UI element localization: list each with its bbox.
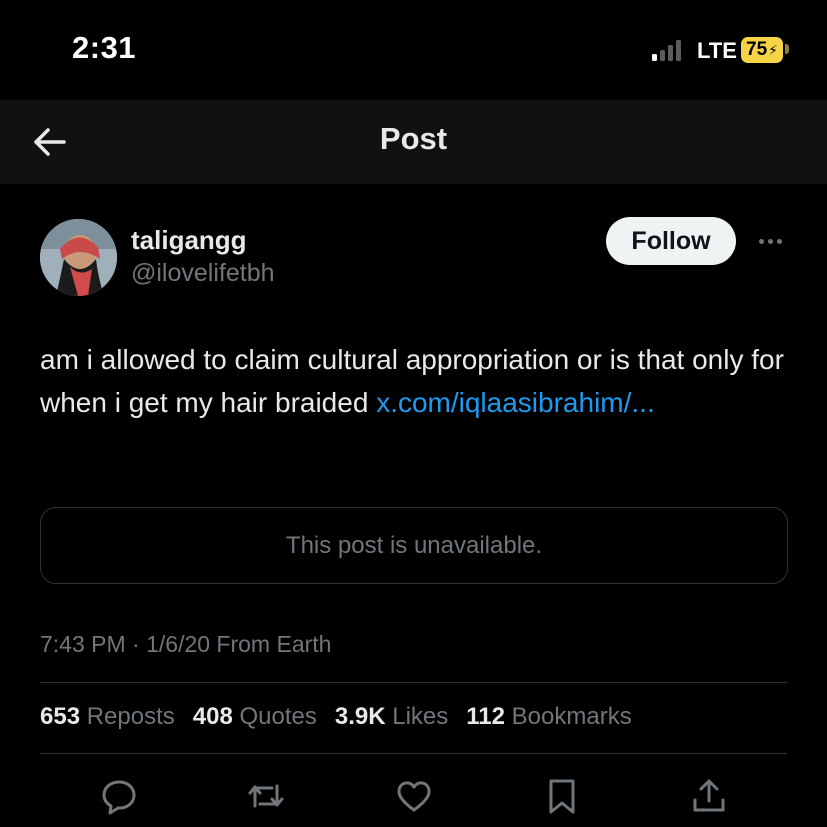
status-bar: 2:31 LTE 75 ⚡ bbox=[0, 0, 827, 100]
post-timestamp: 7:43 PM · 1/6/20 From Earth bbox=[40, 631, 332, 657]
follow-button[interactable]: Follow bbox=[606, 217, 736, 265]
repost-icon bbox=[248, 784, 284, 808]
author-handle[interactable]: @ilovelifetbh bbox=[131, 259, 275, 288]
nav-header: Post bbox=[0, 100, 827, 184]
clock: 2:31 bbox=[72, 30, 137, 65]
post-text: am i allowed to claim cultural appropria… bbox=[40, 338, 800, 424]
like-icon bbox=[397, 781, 431, 812]
unavailable-message: This post is unavailable. bbox=[285, 531, 543, 559]
charging-bolt-icon: ⚡ bbox=[768, 41, 778, 58]
bookmark-icon bbox=[549, 779, 575, 814]
avatar[interactable] bbox=[40, 219, 117, 296]
more-options-icon[interactable] bbox=[754, 229, 786, 253]
page-title: Post bbox=[379, 121, 448, 156]
stat-bookmarks[interactable]: 112 Bookmarks bbox=[466, 703, 631, 731]
stat-reposts[interactable]: 653 Reposts bbox=[40, 703, 175, 731]
stat-quotes[interactable]: 408 Quotes bbox=[193, 703, 317, 731]
bookmark-button[interactable] bbox=[542, 776, 582, 816]
author-display-name[interactable]: taligangg bbox=[131, 225, 247, 256]
reply-icon bbox=[102, 780, 136, 815]
network-type: LTE bbox=[697, 38, 737, 63]
repost-button[interactable] bbox=[246, 776, 286, 816]
action-bar bbox=[0, 770, 827, 827]
battery-icon: 75 ⚡ bbox=[741, 37, 783, 63]
reply-button[interactable] bbox=[99, 776, 139, 816]
like-button[interactable] bbox=[394, 776, 434, 816]
divider bbox=[40, 753, 787, 754]
post-link[interactable]: x.com/iqlaasibrahim/... bbox=[376, 387, 655, 418]
stat-likes[interactable]: 3.9K Likes bbox=[335, 703, 448, 731]
battery-cap bbox=[785, 44, 789, 54]
quoted-post-card: This post is unavailable. bbox=[40, 507, 788, 584]
share-button[interactable] bbox=[689, 776, 729, 816]
battery-level: 75 bbox=[746, 39, 768, 60]
cellular-signal-icon bbox=[652, 39, 681, 61]
post-stats: 653 Reposts 408 Quotes 3.9K Likes 112 Bo… bbox=[40, 703, 632, 731]
divider bbox=[40, 682, 787, 683]
share-icon bbox=[693, 779, 725, 812]
